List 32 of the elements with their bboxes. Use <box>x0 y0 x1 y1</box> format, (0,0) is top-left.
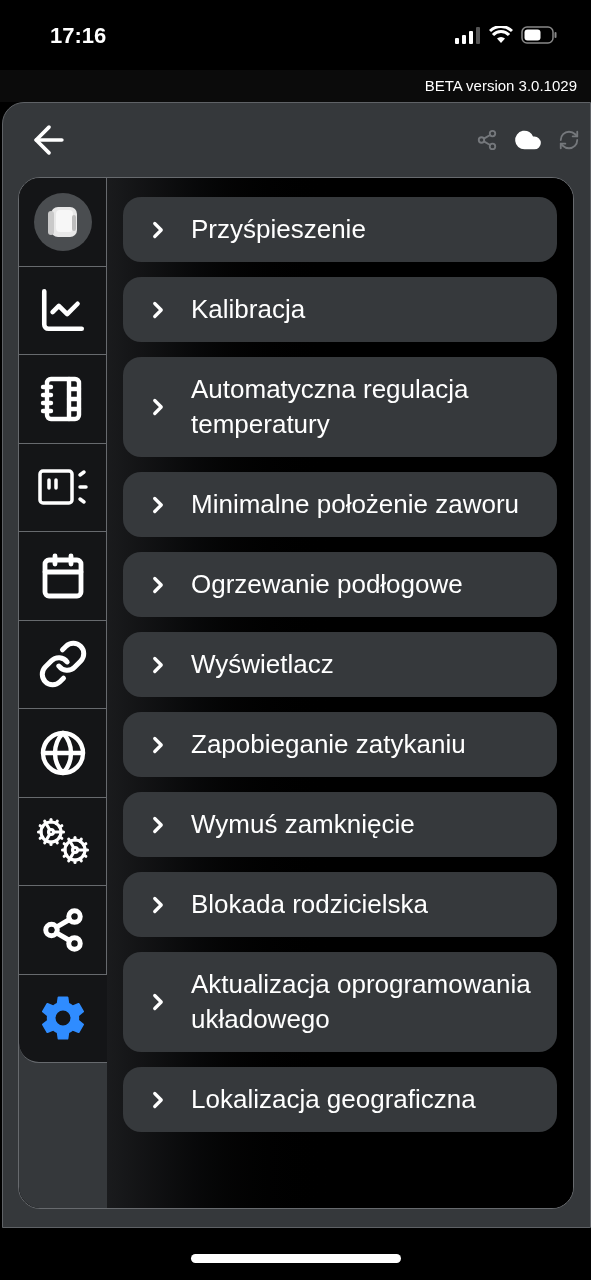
menu-item[interactable]: Wymuś zamknięcie <box>123 792 557 857</box>
menu-item[interactable]: Automatyczna regulacja temperatury <box>123 357 557 457</box>
version-label: BETA version 3.0.1029 <box>424 75 577 96</box>
battery-icon <box>521 26 557 44</box>
sidebar-tab[interactable] <box>19 532 107 621</box>
settings-icon <box>39 994 87 1043</box>
menu-item[interactable]: Blokada rodzicielska <box>123 872 557 937</box>
sidebar-tab[interactable] <box>19 443 107 532</box>
menu-item[interactable]: Aktualizacja oprogramowania układowego <box>123 952 557 1052</box>
gears-icon <box>35 817 90 866</box>
menu-item[interactable]: Wyświetlacz <box>123 632 557 697</box>
sidebar-tab[interactable] <box>19 355 107 444</box>
link-icon <box>37 639 88 690</box>
menu-item[interactable]: Przyśpieszenie <box>123 197 557 262</box>
sidebar-tab[interactable] <box>19 797 107 886</box>
menu-item[interactable]: Ogrzewanie podłogowe <box>123 552 557 617</box>
sidebar-tab[interactable] <box>19 886 107 975</box>
sidebar-tab[interactable] <box>19 709 107 798</box>
share-button[interactable] <box>476 129 498 151</box>
sidebar-tab[interactable] <box>19 178 107 267</box>
globe-icon <box>38 728 87 777</box>
display-icon <box>37 467 88 508</box>
status-time: 17:16 <box>50 21 107 50</box>
menu-item[interactable]: Kalibracja <box>123 277 557 342</box>
wifi-icon <box>489 26 513 44</box>
menu-item[interactable]: Zapobieganie zatykaniu <box>123 712 557 777</box>
sidebar-tab[interactable] <box>19 620 107 709</box>
signal-icon <box>455 26 481 44</box>
sync-button[interactable] <box>558 129 580 151</box>
menu-item[interactable]: Minimalne położenie zaworu <box>123 472 557 537</box>
menu-item[interactable]: Lokalizacja geograficzna <box>123 1067 557 1132</box>
sidebar-tab[interactable] <box>19 266 107 355</box>
